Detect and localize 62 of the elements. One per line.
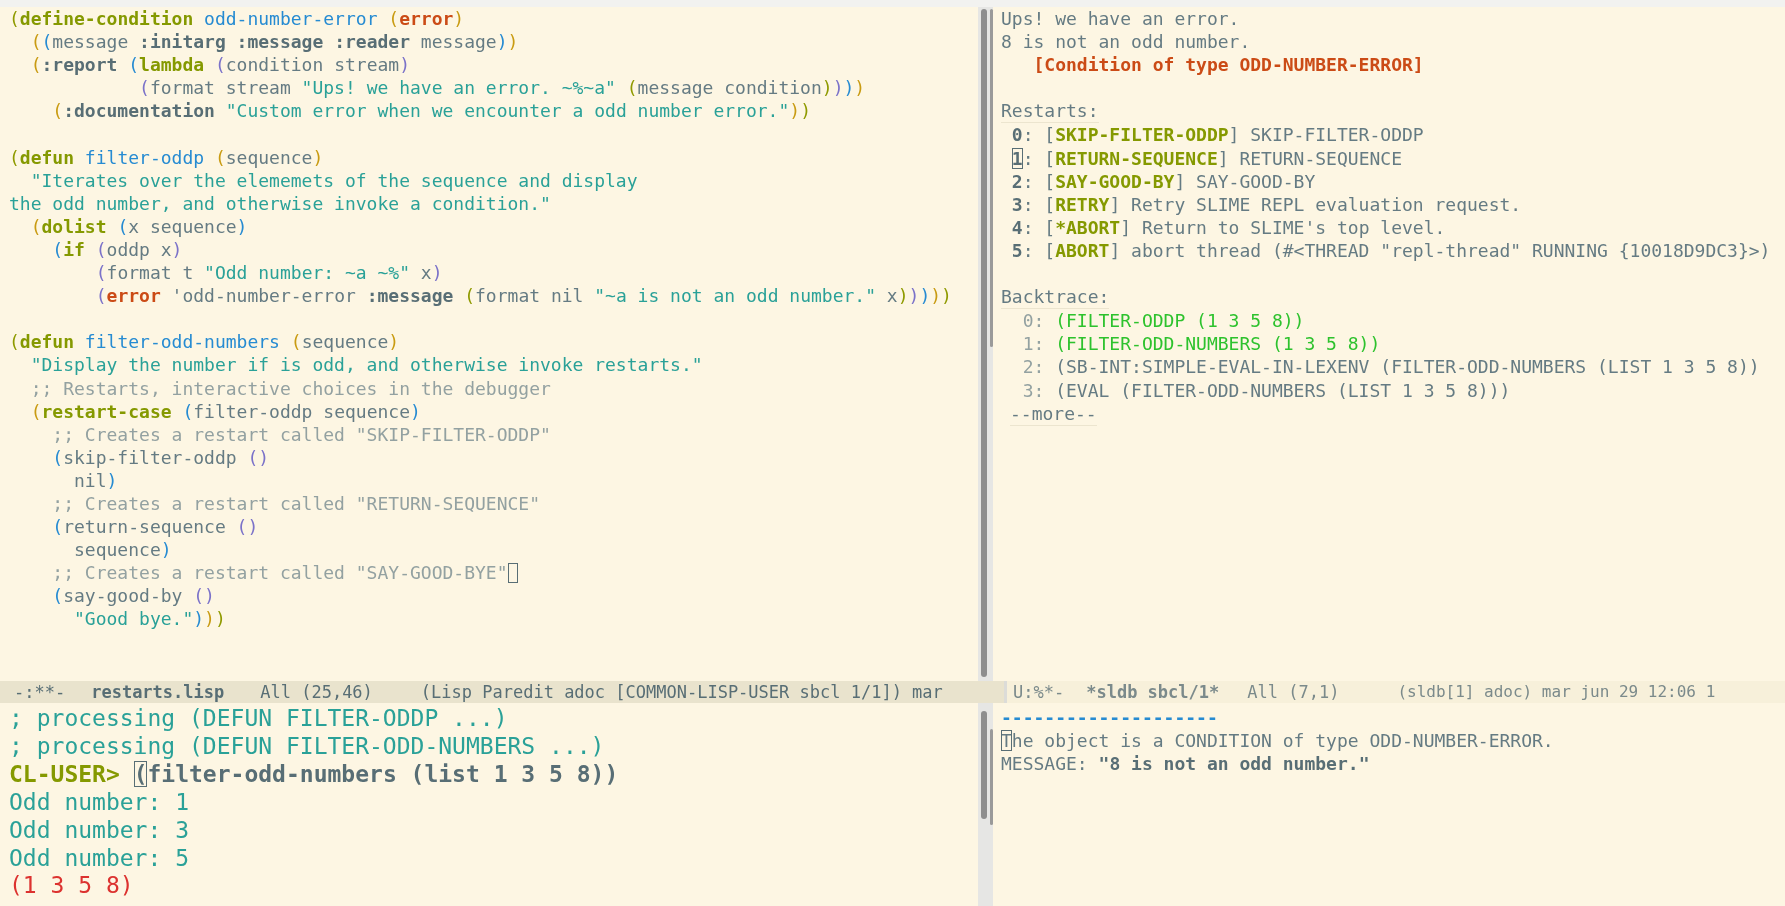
code-line: ;; Creates a restart called "SKIP-FILTER-ODDP"	[51, 422, 551, 446]
restart-option[interactable]: 0: [SKIP-FILTER-ODDP] SKIP-FILTER-ODDP	[1011, 123, 1424, 147]
code-line: "Iterates over the elememets of the sequence and display	[29, 168, 638, 192]
code-line: ;; Restarts, interactive choices in the debugger	[29, 376, 551, 400]
more-link[interactable]: --more--	[1010, 401, 1097, 426]
code-line: (:report (lambda (condition stream)	[29, 53, 410, 77]
error-message: [Condition of type ODD-NUMBER-ERROR]	[1032, 53, 1424, 77]
code-line: (define-condition odd-number-error (error)	[9, 7, 465, 31]
mode-info: (sldb[1] adoc) mar jun 29 12:06 1	[1397, 681, 1716, 703]
error-message: 8 is not an odd number.	[1001, 30, 1251, 54]
repl-line: ; processing (DEFUN FILTER-ODD-NUMBERS ...)	[9, 732, 605, 761]
backtrace-frame[interactable]: 3: (EVAL (FILTER-ODD-NUMBERS (LIST 1 3 5 8)))	[1001, 378, 1511, 402]
inspector-line: The object is a CONDITION of type ODD-NUMBER-ERROR.	[1001, 729, 1554, 752]
code-line: (defun filter-odd-numbers (sequence)	[9, 330, 400, 354]
scrollbar-thumb[interactable]	[981, 711, 987, 819]
scrollbar-thumb[interactable]	[981, 9, 987, 677]
code-line: ((message :initarg :message :reader message))	[29, 30, 519, 54]
code-line: (format stream "Ups! we have an error. ~%~a" (message condition))))	[138, 76, 866, 100]
error-message: Ups! we have an error.	[1001, 7, 1240, 31]
code-line: (defun filter-oddp (sequence)	[9, 145, 324, 169]
code-line: (format t "Odd number: ~a ~%" x)	[94, 261, 443, 285]
code-line: ;; Creates a restart called "SAY-GOOD-BYE"	[9, 561, 518, 585]
code-line: (return-sequence ()	[51, 515, 259, 539]
code-line: (skip-filter-oddp ()	[51, 445, 270, 469]
repl-line: Odd number: 1	[9, 788, 189, 817]
code-line: (error 'odd-number-error :message (format nil "~a is not an odd number." x)))))	[94, 284, 952, 308]
code-line: "Display the number if is odd, and otherwise invoke restarts."	[29, 353, 703, 377]
code-line: (say-good-by ()	[51, 584, 215, 608]
code-line: (restart-case (filter-oddp sequence)	[29, 399, 421, 423]
repl-line: CL-USER> (filter-odd-numbers (list 1 3 5 8))	[9, 760, 619, 789]
mode-info: (Lisp Paredit adoc [COMMON-LISP-USER sbcl 1/1]) mar	[420, 681, 943, 703]
code-line: ;; Creates a restart called "RETURN-SEQUENCE"	[51, 491, 540, 516]
code-line: sequence)	[73, 538, 172, 562]
code-line: "Good bye.")))	[73, 607, 226, 631]
restart-option[interactable]: 1: [RETURN-SEQUENCE] RETURN-SEQUENCE	[1011, 146, 1402, 170]
buffer-name: restarts.lisp	[91, 681, 225, 703]
code-line: nil)	[73, 468, 118, 492]
code-line: the odd number, and otherwise invoke a condition."	[9, 191, 551, 215]
repl-line: Odd number: 3	[9, 816, 189, 845]
restart-option[interactable]: 3: [RETRY] Retry SLIME REPL evaluation request.	[1011, 192, 1522, 216]
inspector-line: --------------------	[1001, 706, 1218, 729]
code-line: (:documentation "Custom error when we encounter a odd number error."))	[51, 99, 811, 123]
buffer-status: -:**-	[14, 681, 66, 703]
cursor-position: All (25,46)	[260, 681, 373, 703]
backtrace-frame[interactable]: 0: (FILTER-ODDP (1 3 5 8))	[1001, 309, 1305, 333]
restart-option[interactable]: 4: [*ABORT] Return to SLIME's top level.	[1011, 215, 1446, 239]
restart-option[interactable]: 2: [SAY-GOOD-BY] SAY-GOOD-BY	[1011, 169, 1316, 193]
section-heading: Backtrace:	[1001, 285, 1110, 310]
code-line: (if (oddp x)	[51, 237, 183, 262]
repl-line: ; processing (DEFUN FILTER-ODDP ...)	[9, 705, 508, 733]
buffer-name: *sldb sbcl/1*	[1086, 681, 1220, 703]
scrollbar-thumb[interactable]	[990, 729, 993, 825]
restart-option[interactable]: 5: [ABORT] abort thread (#<THREAD "repl-thread" RUNNING {10018D9DC3}>)	[1011, 238, 1771, 263]
scrollbar-thumb[interactable]	[990, 9, 993, 347]
backtrace-frame[interactable]: 2: (SB-INT:SIMPLE-EVAL-IN-LEXENV (FILTER-ODD-NUMBERS (LIST 1 3 5 8))	[1001, 355, 1760, 379]
cursor-position: All (7,1)	[1247, 681, 1340, 703]
repl-line: (1 3 5 8)	[9, 872, 134, 901]
inspector-line: MESSAGE: "8 is not an odd number."	[1001, 752, 1370, 775]
section-heading: Restarts:	[1001, 99, 1099, 124]
buffer-status: U:%*-	[1013, 681, 1065, 703]
repl-line: Odd number: 5	[9, 844, 189, 873]
code-line: (dolist (x sequence)	[29, 214, 248, 238]
